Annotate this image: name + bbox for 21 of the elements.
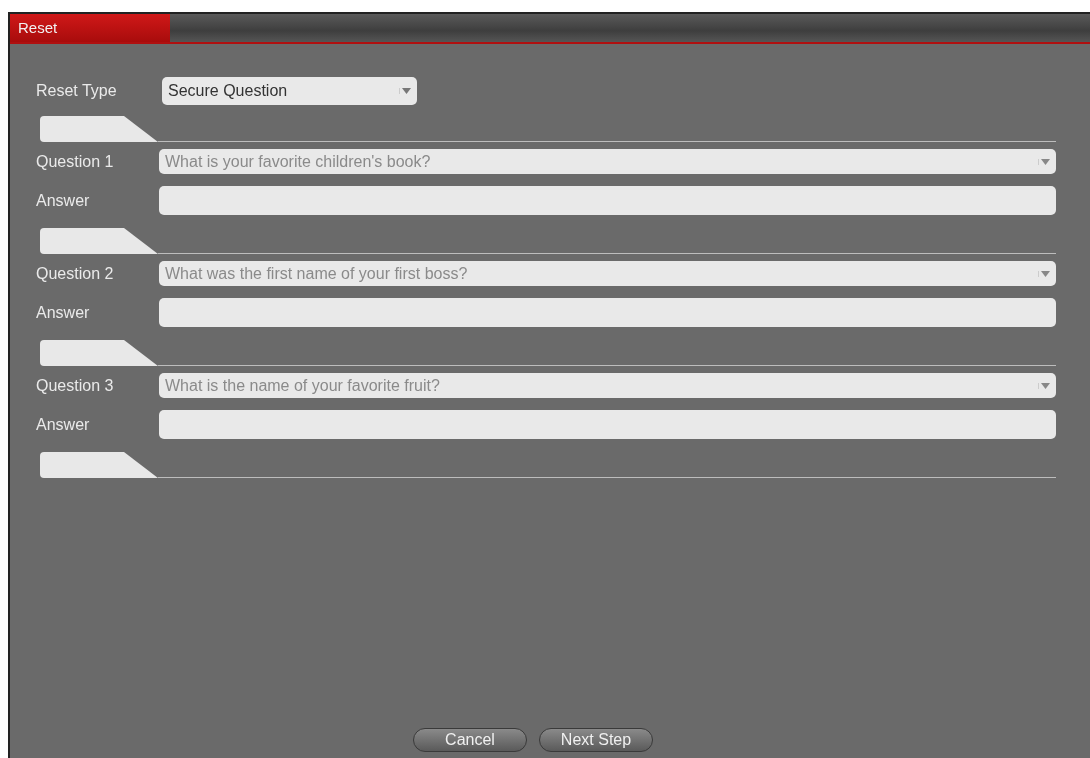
- window-title: Reset: [10, 14, 170, 42]
- question-dropdown[interactable]: What is your favorite children's book?: [159, 149, 1056, 174]
- reset-type-dropdown[interactable]: Secure Question: [162, 77, 417, 105]
- field-label: Answer: [36, 191, 91, 210]
- field-label: Reset Type: [36, 82, 118, 100]
- answer-field[interactable]: [159, 410, 1056, 439]
- answer-field[interactable]: [159, 186, 1056, 215]
- field-label: Answer: [36, 415, 91, 434]
- cancel-button[interactable]: Cancel: [413, 728, 527, 752]
- answer-field[interactable]: [159, 298, 1056, 327]
- field-label: Question 2: [36, 264, 115, 283]
- next-step-button[interactable]: Next Step: [539, 728, 653, 752]
- caret-icon: [1038, 270, 1050, 277]
- field-label: Question 1: [36, 152, 115, 171]
- field-label: Question 3: [36, 376, 115, 395]
- caret-icon: [399, 88, 411, 94]
- question-dropdown[interactable]: What is the name of your favorite fruit?: [159, 373, 1056, 398]
- caret-icon: [1038, 382, 1050, 389]
- field-label: Answer: [36, 303, 91, 322]
- question-dropdown[interactable]: What was the first name of your first boss?: [159, 261, 1056, 286]
- caret-icon: [1038, 158, 1050, 165]
